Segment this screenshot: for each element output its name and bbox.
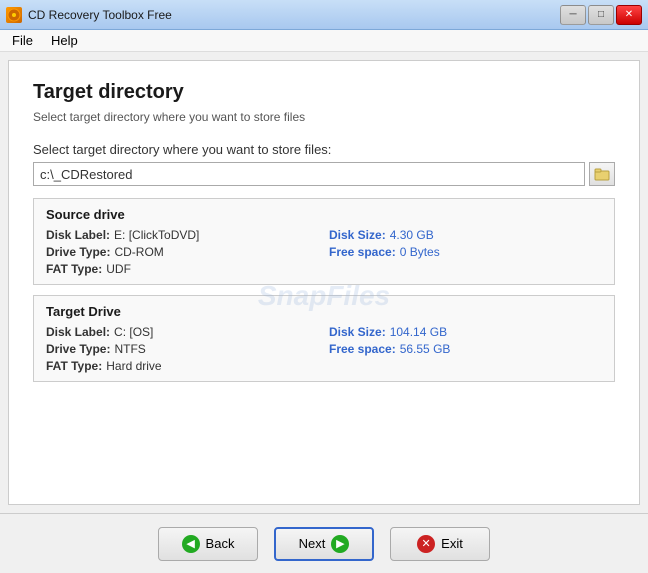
source-free-space-key: Free space: bbox=[329, 245, 396, 259]
source-fat-type-row: FAT Type: UDF bbox=[46, 262, 319, 276]
menu-bar: File Help bbox=[0, 30, 648, 52]
exit-icon: ✕ bbox=[417, 535, 435, 553]
target-disk-label-row: Disk Label: C: [OS] bbox=[46, 325, 319, 339]
target-fat-type-val: Hard drive bbox=[106, 359, 161, 373]
target-disk-label-val: C: [OS] bbox=[114, 325, 153, 339]
window-title: CD Recovery Toolbox Free bbox=[28, 8, 172, 22]
target-disk-size-key: Disk Size: bbox=[329, 325, 386, 339]
source-drive-grid: Disk Label: E: [ClickToDVD] Disk Size: 4… bbox=[46, 228, 602, 276]
source-disk-size-key: Disk Size: bbox=[329, 228, 386, 242]
target-drive-type-row: Drive Type: NTFS bbox=[46, 342, 319, 356]
exit-label: Exit bbox=[441, 536, 463, 551]
back-button[interactable]: ◀ Back bbox=[158, 527, 258, 561]
target-drive-panel: Target Drive Disk Label: C: [OS] Disk Si… bbox=[33, 295, 615, 382]
menu-file[interactable]: File bbox=[4, 31, 41, 50]
source-fat-type-val: UDF bbox=[106, 262, 131, 276]
back-label: Back bbox=[206, 536, 235, 551]
title-bar-controls: ─ □ ✕ bbox=[560, 5, 642, 25]
source-free-space-val: 0 Bytes bbox=[400, 245, 440, 259]
target-free-space-key: Free space: bbox=[329, 342, 396, 356]
target-drive-grid: Disk Label: C: [OS] Disk Size: 104.14 GB… bbox=[46, 325, 602, 373]
target-free-space-row: Free space: 56.55 GB bbox=[329, 342, 602, 356]
next-icon: ▶ bbox=[331, 535, 349, 553]
target-disk-size-row: Disk Size: 104.14 GB bbox=[329, 325, 602, 339]
source-disk-size-row: Disk Size: 4.30 GB bbox=[329, 228, 602, 242]
field-label: Select target directory where you want t… bbox=[33, 142, 615, 157]
back-icon: ◀ bbox=[182, 535, 200, 553]
source-drive-title: Source drive bbox=[46, 207, 602, 222]
maximize-button[interactable]: □ bbox=[588, 5, 614, 25]
target-fat-type-key: FAT Type: bbox=[46, 359, 102, 373]
main-content: Target directory Select target directory… bbox=[8, 60, 640, 505]
menu-help[interactable]: Help bbox=[43, 31, 86, 50]
minimize-button[interactable]: ─ bbox=[560, 5, 586, 25]
source-disk-label-key: Disk Label: bbox=[46, 228, 110, 242]
next-button[interactable]: Next ▶ bbox=[274, 527, 374, 561]
source-disk-size-val: 4.30 GB bbox=[390, 228, 434, 242]
path-input[interactable] bbox=[33, 162, 585, 186]
target-drive-type-key: Drive Type: bbox=[46, 342, 110, 356]
target-drive-type-val: NTFS bbox=[114, 342, 145, 356]
close-button[interactable]: ✕ bbox=[616, 5, 642, 25]
next-label: Next bbox=[299, 536, 326, 551]
target-free-space-val: 56.55 GB bbox=[400, 342, 451, 356]
title-bar-left: CD Recovery Toolbox Free bbox=[6, 7, 172, 23]
footer: ◀ Back Next ▶ ✕ Exit bbox=[0, 513, 648, 573]
app-icon bbox=[6, 7, 22, 23]
source-disk-label-row: Disk Label: E: [ClickToDVD] bbox=[46, 228, 319, 242]
source-drive-panel: Source drive Disk Label: E: [ClickToDVD]… bbox=[33, 198, 615, 285]
exit-button[interactable]: ✕ Exit bbox=[390, 527, 490, 561]
source-fat-type-key: FAT Type: bbox=[46, 262, 102, 276]
source-drive-type-key: Drive Type: bbox=[46, 245, 110, 259]
title-bar: CD Recovery Toolbox Free ─ □ ✕ bbox=[0, 0, 648, 30]
page-subtitle: Select target directory where you want t… bbox=[33, 110, 615, 124]
browse-button[interactable] bbox=[589, 162, 615, 186]
source-drive-type-val: CD-ROM bbox=[114, 245, 163, 259]
source-free-space-row: Free space: 0 Bytes bbox=[329, 245, 602, 259]
target-fat-type-row: FAT Type: Hard drive bbox=[46, 359, 319, 373]
target-drive-title: Target Drive bbox=[46, 304, 602, 319]
target-disk-size-val: 104.14 GB bbox=[390, 325, 447, 339]
source-disk-label-val: E: [ClickToDVD] bbox=[114, 228, 199, 242]
target-disk-label-key: Disk Label: bbox=[46, 325, 110, 339]
source-drive-type-row: Drive Type: CD-ROM bbox=[46, 245, 319, 259]
path-row bbox=[33, 162, 615, 186]
page-title: Target directory bbox=[33, 81, 615, 104]
